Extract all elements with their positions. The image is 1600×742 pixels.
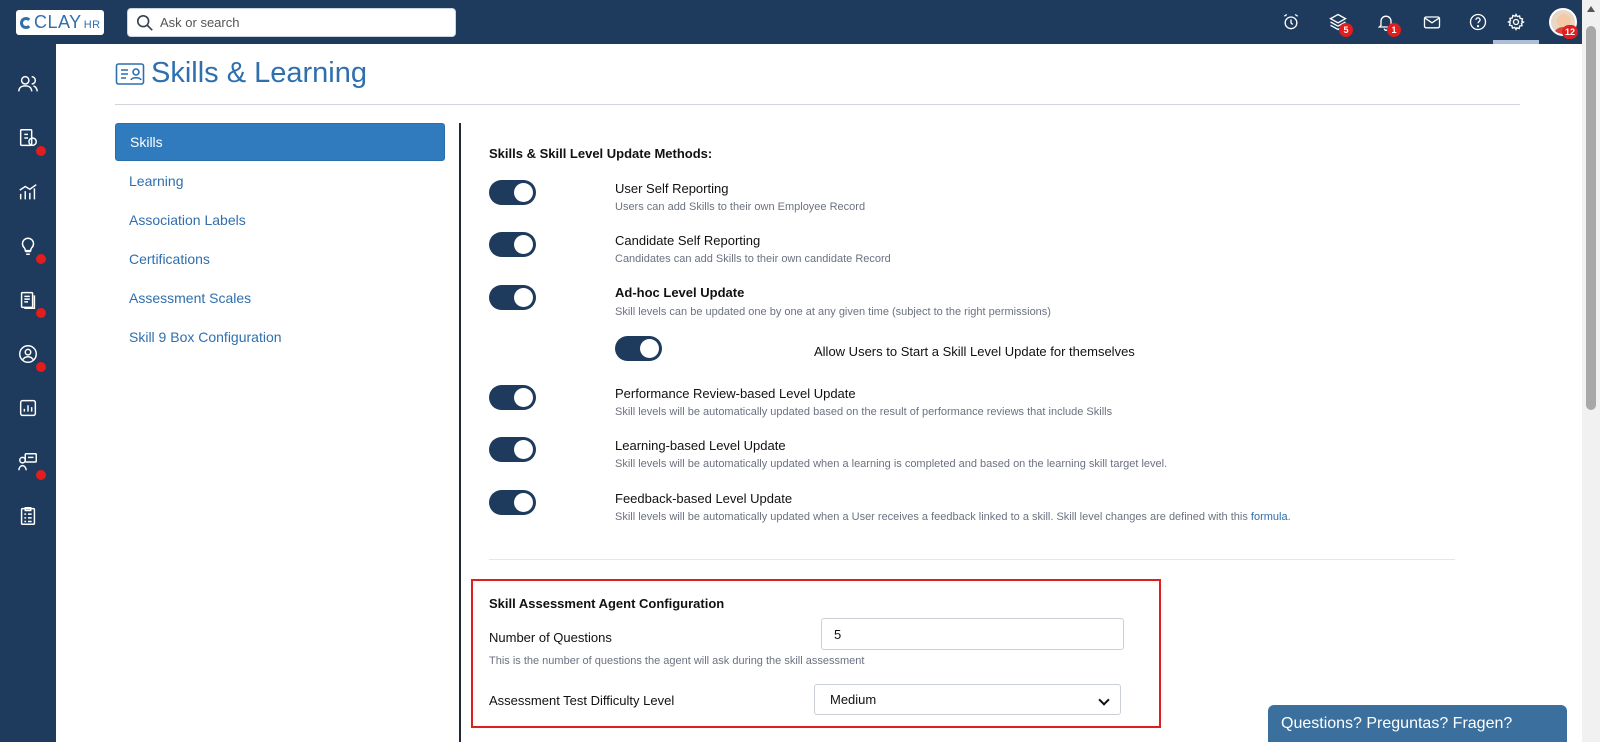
- alarm-clock-icon[interactable]: [1278, 9, 1304, 35]
- option-label: Ad-hoc Level Update: [615, 285, 745, 300]
- option-label: Learning-based Level Update: [615, 438, 786, 453]
- subnav-item-skill-9-box[interactable]: Skill 9 Box Configuration: [115, 317, 445, 356]
- lightbulb-alert-dot: [36, 254, 46, 264]
- search-input[interactable]: [160, 15, 440, 30]
- option-label: Candidate Self Reporting: [615, 233, 761, 248]
- help-icon[interactable]: [1465, 9, 1491, 35]
- option-label: User Self Reporting: [615, 181, 729, 196]
- mail-icon[interactable]: [1419, 9, 1445, 35]
- search-icon: [136, 14, 153, 31]
- toggle-feedback-based-update[interactable]: [489, 490, 536, 515]
- option-label: Feedback-based Level Update: [615, 491, 793, 506]
- option-desc: Skill levels can be updated one by one a…: [615, 306, 1051, 318]
- clayhr-logo[interactable]: CLAY HR: [16, 10, 104, 35]
- page-title: Skills & Learning: [151, 57, 367, 89]
- subnav-item-learning[interactable]: Learning: [115, 161, 445, 200]
- toggle-learning-based-update[interactable]: [489, 437, 536, 462]
- settings-subnav: Skills Learning Association Labels Certi…: [115, 123, 445, 356]
- subnav-item-certifications[interactable]: Certifications: [115, 239, 445, 278]
- gear-icon[interactable]: [1503, 9, 1529, 35]
- logo-suffix: HR: [83, 19, 101, 31]
- payroll-alert-dot: [36, 146, 46, 156]
- option-desc: Users can add Skills to their own Employ…: [615, 201, 866, 213]
- notifications-badge: 1: [1387, 23, 1401, 37]
- logo-text: CLAY: [34, 12, 82, 32]
- page-scrollbar[interactable]: [1582, 0, 1600, 742]
- subnav-item-skills[interactable]: Skills: [115, 123, 445, 161]
- growth-chart-icon[interactable]: [14, 178, 42, 206]
- sub-option-label: Allow Users to Start a Skill Level Updat…: [814, 344, 1135, 359]
- lightbulb-icon[interactable]: [14, 232, 46, 264]
- section-divider: [489, 559, 1455, 560]
- questions-input[interactable]: [821, 618, 1124, 650]
- people-icon[interactable]: [14, 70, 42, 98]
- formula-link[interactable]: formula: [1251, 511, 1288, 523]
- option-desc: Skill levels will be automatically updat…: [615, 458, 1168, 470]
- left-nav-rail: [0, 44, 56, 742]
- help-chat-widget[interactable]: Questions? Preguntas? Fragen?: [1268, 705, 1567, 742]
- questions-desc: This is the number of questions the agen…: [489, 655, 865, 667]
- user-alert-dot: [36, 362, 46, 372]
- chevron-down-icon: [1098, 694, 1110, 706]
- payroll-icon[interactable]: [14, 124, 46, 156]
- top-bar: CLAYHR 5 1 12: [0, 0, 1582, 44]
- toggle-user-self-reporting[interactable]: [489, 180, 536, 205]
- training-icon[interactable]: [14, 448, 46, 480]
- subnav-item-association-labels[interactable]: Association Labels: [115, 200, 445, 239]
- skills-card-icon: [115, 62, 145, 85]
- scroll-up-arrow[interactable]: [1587, 6, 1595, 12]
- clipboard-icon[interactable]: [14, 502, 42, 530]
- difficulty-select[interactable]: Medium: [814, 684, 1121, 715]
- page-header: Skills & Learning: [115, 57, 367, 90]
- option-desc: Candidates can add Skills to their own c…: [615, 253, 891, 265]
- layers-badge: 5: [1339, 23, 1353, 37]
- content-divider: [459, 123, 461, 742]
- documents-icon[interactable]: [14, 286, 46, 318]
- reports-icon[interactable]: [14, 394, 42, 422]
- layers-icon[interactable]: 5: [1325, 9, 1353, 37]
- bell-icon[interactable]: 1: [1373, 9, 1401, 37]
- difficulty-value: Medium: [830, 692, 877, 707]
- update-methods-title: Skills & Skill Level Update Methods:: [489, 146, 713, 161]
- questions-label: Number of Questions: [489, 630, 612, 645]
- logo-mark-icon: [20, 16, 32, 29]
- subnav-item-assessment-scales[interactable]: Assessment Scales: [115, 278, 445, 317]
- training-alert-dot: [36, 470, 46, 480]
- title-divider: [115, 104, 1520, 105]
- toggle-allow-self-start[interactable]: [615, 336, 662, 361]
- documents-alert-dot: [36, 308, 46, 318]
- avatar-badge: 12: [1562, 25, 1579, 39]
- settings-active-indicator: [1493, 40, 1539, 44]
- difficulty-label: Assessment Test Difficulty Level: [489, 693, 675, 708]
- search-box[interactable]: [127, 8, 456, 37]
- toggle-performance-review-update[interactable]: [489, 385, 536, 410]
- user-circle-icon[interactable]: [14, 340, 46, 372]
- scroll-thumb[interactable]: [1586, 26, 1596, 410]
- option-desc: Skill levels will be automatically updat…: [615, 406, 1113, 418]
- agent-config-title: Skill Assessment Agent Configuration: [489, 596, 725, 611]
- option-label: Performance Review-based Level Update: [615, 386, 856, 401]
- option-desc: Skill levels will be automatically updat…: [615, 511, 1291, 523]
- toggle-adhoc-level-update[interactable]: [489, 285, 536, 310]
- toggle-candidate-self-reporting[interactable]: [489, 232, 536, 257]
